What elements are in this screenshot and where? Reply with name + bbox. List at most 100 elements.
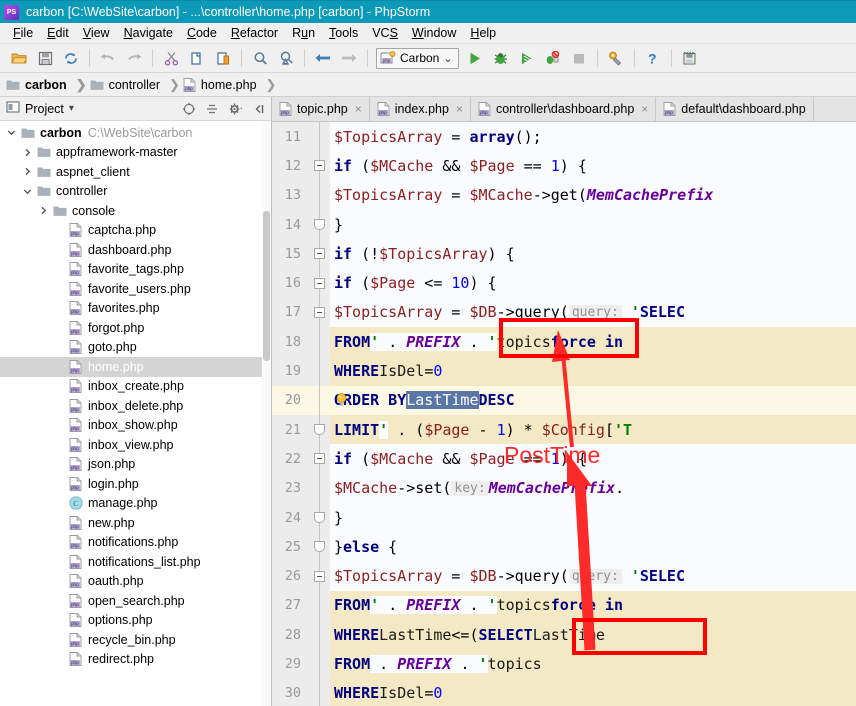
stop-icon[interactable]	[566, 46, 592, 70]
open-folder-icon[interactable]	[6, 46, 32, 70]
tree-item-new-php[interactable]: php new.php	[0, 513, 271, 533]
fold-gutter[interactable]	[308, 649, 330, 679]
menu-bar[interactable]: File Edit View Navigate Code Refactor Run Tools…	[0, 23, 856, 44]
menu-item-window[interactable]: Window	[405, 23, 463, 44]
code-text[interactable]: $TopicsArray = array ();	[330, 122, 856, 152]
find-icon[interactable]	[247, 46, 273, 70]
code-text[interactable]: $TopicsArray = $MCache -> get(MemCachePref…	[330, 180, 856, 210]
fold-gutter[interactable]	[308, 561, 330, 591]
chevron-down-icon[interactable]	[3, 128, 19, 137]
tree-item-options-php[interactable]: php options.php	[0, 611, 271, 631]
editor-tab-bar[interactable]: php topic.php × php index.php × php controller\…	[272, 97, 856, 122]
fold-gutter[interactable]	[308, 385, 347, 415]
undo-icon[interactable]	[95, 46, 121, 70]
code-text[interactable]: }	[330, 502, 856, 533]
code-line-11[interactable]: 11 $TopicsArray = array ();	[272, 122, 856, 152]
editor-tab-topic-php[interactable]: php topic.php ×	[272, 97, 370, 121]
code-line-12[interactable]: 12 if ($MCache && $Page == 1) {	[272, 151, 856, 181]
tree-item-open_search-php[interactable]: php open_search.php	[0, 591, 271, 611]
menu-item-view[interactable]: View	[76, 23, 117, 44]
code-text[interactable]: FROM ' . PREFIX . ' topics force in	[330, 327, 856, 357]
tree-item-json-php[interactable]: php json.php	[0, 455, 271, 475]
fold-gutter[interactable]	[308, 532, 330, 562]
back-icon[interactable]	[310, 46, 336, 70]
menu-item-refactor[interactable]: Refactor	[224, 23, 285, 44]
fold-gutter[interactable]	[308, 356, 330, 386]
tree-item-appframework-master[interactable]: appframework-master	[0, 143, 271, 163]
code-text[interactable]: ORDER BY LastTime DESC	[330, 385, 856, 415]
tree-item-favorite_users-php[interactable]: php favorite_users.php	[0, 279, 271, 299]
editor-tab-default-dashboard-php[interactable]: php default\dashboard.php	[656, 97, 814, 121]
fold-collapse-icon[interactable]	[313, 306, 325, 318]
code-line-27[interactable]: 27 FROM ' . PREFIX . ' topics force in	[272, 590, 856, 621]
menu-item-help[interactable]: Help	[463, 23, 503, 44]
menu-item-tools[interactable]: Tools	[322, 23, 365, 44]
chevron-right-icon[interactable]	[19, 167, 35, 176]
tree-item-login-php[interactable]: php login.php	[0, 474, 271, 494]
project-dropdown-icon[interactable]: ▾	[69, 103, 74, 114]
code-text[interactable]: WHERE IsDel = 0	[330, 678, 856, 706]
code-text[interactable]: WHERE LastTime <=(SELECT LastTime	[330, 620, 856, 650]
code-text[interactable]: } else {	[330, 532, 856, 562]
deploy-icon[interactable]	[677, 46, 703, 70]
code-line-28[interactable]: 28 WHERE LastTime <=(SELECT LastTime	[272, 620, 856, 650]
project-tree-scrollbar-thumb[interactable]	[263, 211, 270, 361]
code-text[interactable]: if (! $TopicsArray) {	[330, 239, 856, 269]
chevron-down-icon[interactable]: ⌄	[443, 52, 452, 65]
close-icon[interactable]: ×	[355, 102, 362, 116]
intention-bulb-icon[interactable]	[335, 393, 348, 407]
cut-icon[interactable]	[158, 46, 184, 70]
tree-item-home-php[interactable]: php home.php	[0, 357, 271, 377]
menu-item-run[interactable]: Run	[285, 23, 322, 44]
chevron-right-icon[interactable]	[19, 148, 35, 157]
chevron-right-icon[interactable]	[35, 206, 51, 215]
tree-item-aspnet_client[interactable]: aspnet_client	[0, 162, 271, 182]
code-line-21[interactable]: 21 LIMIT ' . ($Page - 1) * $Config['T	[272, 414, 856, 445]
code-text[interactable]: FROM ' . PREFIX . ' topics force in	[330, 590, 856, 621]
fold-collapse-icon[interactable]	[313, 248, 325, 260]
tree-item-notifications_list-php[interactable]: php notifications_list.php	[0, 552, 271, 572]
project-view-icon[interactable]	[6, 100, 20, 117]
tree-item-oauth-php[interactable]: php oauth.php	[0, 572, 271, 592]
code-line-16[interactable]: 16 if ($Page <= 10) {	[272, 268, 856, 298]
menu-item-vcs[interactable]: VCS	[365, 23, 405, 44]
code-line-30[interactable]: 30 WHERE IsDel = 0	[272, 678, 856, 706]
fold-end-icon[interactable]	[313, 541, 325, 553]
code-line-26[interactable]: 26 $TopicsArray = $DB ->query( query: ' SE…	[272, 561, 856, 591]
code-line-23[interactable]: 23 $MCache ->set( key: MemCachePrefix .	[272, 473, 856, 503]
close-icon[interactable]: ×	[641, 102, 648, 116]
fold-end-icon[interactable]	[313, 219, 325, 231]
code-line-15[interactable]: 15 if (! $TopicsArray) {	[272, 239, 856, 269]
stop-debugger-icon[interactable]	[540, 46, 566, 70]
menu-item-code[interactable]: Code	[180, 23, 224, 44]
run-icon[interactable]	[462, 46, 488, 70]
replace-icon[interactable]	[273, 46, 299, 70]
close-icon[interactable]: ×	[456, 102, 463, 116]
settings-wrench-icon[interactable]	[603, 46, 629, 70]
code-text[interactable]: if ($MCache && $Page == 1) {	[330, 444, 856, 474]
code-line-19[interactable]: 19 WHERE IsDel = 0	[272, 356, 856, 386]
save-all-icon[interactable]	[32, 46, 58, 70]
code-line-17[interactable]: 17 $TopicsArray = $DB ->query( query: ' SE…	[272, 297, 856, 328]
code-editor[interactable]: 11 $TopicsArray = array (); 12 if ($MCache &…	[272, 122, 856, 706]
navigation-bar[interactable]: carbon ❯ controller ❯ php home.php ❯	[0, 73, 856, 97]
code-text[interactable]: $TopicsArray = $DB ->query( query: ' SELEC	[330, 561, 856, 591]
fold-gutter[interactable]	[308, 268, 330, 298]
tree-item-inbox_show-php[interactable]: php inbox_show.php	[0, 416, 271, 436]
fold-gutter[interactable]	[308, 444, 330, 474]
fold-gutter[interactable]	[308, 502, 330, 533]
redo-icon[interactable]	[121, 46, 147, 70]
code-text[interactable]: $MCache ->set( key: MemCachePrefix .	[330, 473, 856, 503]
code-line-14[interactable]: 14}	[272, 209, 856, 240]
code-line-25[interactable]: 25 } else {	[272, 532, 856, 562]
fold-gutter[interactable]	[308, 620, 330, 650]
code-line-22[interactable]: 22 if ($MCache && $Page == 1) {	[272, 444, 856, 474]
sync-icon[interactable]	[58, 46, 84, 70]
fold-gutter[interactable]	[308, 590, 330, 621]
forward-icon[interactable]	[336, 46, 362, 70]
code-text[interactable]: LIMIT ' . ($Page - 1) * $Config['T	[330, 414, 856, 445]
fold-gutter[interactable]	[308, 151, 330, 181]
tree-item-favorite_tags-php[interactable]: php favorite_tags.php	[0, 260, 271, 280]
tree-item-favorites-php[interactable]: php favorites.php	[0, 299, 271, 319]
code-line-24[interactable]: 24 }	[272, 502, 856, 533]
